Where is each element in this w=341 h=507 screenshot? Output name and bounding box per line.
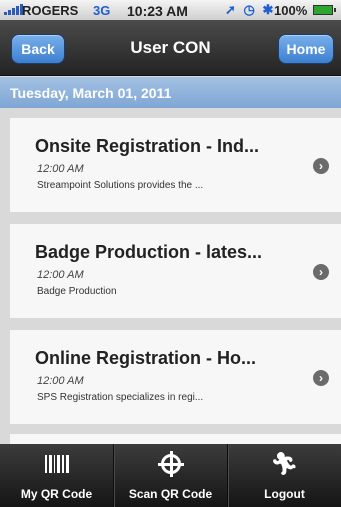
tab-label: My QR Code [20, 487, 93, 501]
signal-icon [4, 3, 23, 15]
session-description: Streampoint Solutions provides the ... [37, 180, 204, 191]
navigation-bar: Back User CON Home [0, 20, 341, 76]
status-bar: ROGERS 3G 10:23 AM ➚ ◷ ✱ 100% [0, 0, 341, 20]
tab-scan-qr-code[interactable]: Scan QR Code [113, 444, 227, 507]
session-time: 12:00 AM [37, 375, 84, 387]
list-item[interactable]: Onsite Registration - Ind... 12:00 AM St… [10, 118, 341, 212]
tab-my-qr-code[interactable]: My QR Code [0, 444, 113, 507]
session-time: 12:00 AM [37, 269, 84, 281]
session-title: Online Registration - Ho... [35, 348, 257, 368]
status-time: 10:23 AM [127, 3, 188, 19]
list-item[interactable]: Online Registration - Ho... 12:00 AM SPS… [10, 330, 341, 424]
session-list: Onsite Registration - Ind... 12:00 AM St… [0, 108, 341, 444]
list-item[interactable]: Badge Production - lates... 12:00 AM Bad… [10, 224, 341, 318]
chevron-right-icon[interactable]: › [313, 158, 329, 174]
battery-icon [313, 5, 336, 15]
tab-logout[interactable]: 🏃︎ Logout [227, 444, 341, 507]
session-title: Badge Production - lates... [35, 242, 263, 262]
barcode-icon [0, 452, 113, 476]
session-description: SPS Registration specializes in regi... [37, 392, 204, 403]
chevron-right-icon[interactable]: › [313, 370, 329, 386]
network-type: 3G [93, 3, 111, 18]
session-time: 12:00 AM [37, 163, 84, 175]
runner-icon: 🏃︎ [270, 451, 299, 476]
tab-label: Logout [264, 487, 305, 501]
back-button[interactable]: Back [11, 34, 65, 64]
list-item-partial [10, 434, 341, 444]
session-title: Onsite Registration - Ind... [35, 136, 260, 156]
page-title: User CON [130, 38, 211, 57]
chevron-right-icon[interactable]: › [313, 264, 329, 280]
battery-percent: 100% [274, 3, 308, 18]
carrier-name: ROGERS [22, 3, 79, 18]
location-bluetooth-icons: ➚ ◷ ✱ [225, 2, 276, 17]
date-header: Tuesday, March 01, 2011 [0, 77, 341, 108]
tab-label: Scan QR Code [128, 487, 213, 501]
tab-bar: My QR Code Scan QR Code 🏃︎ Logout [0, 444, 341, 507]
session-description: Badge Production [37, 286, 117, 297]
home-button[interactable]: Home [278, 34, 334, 64]
target-icon [114, 451, 227, 477]
